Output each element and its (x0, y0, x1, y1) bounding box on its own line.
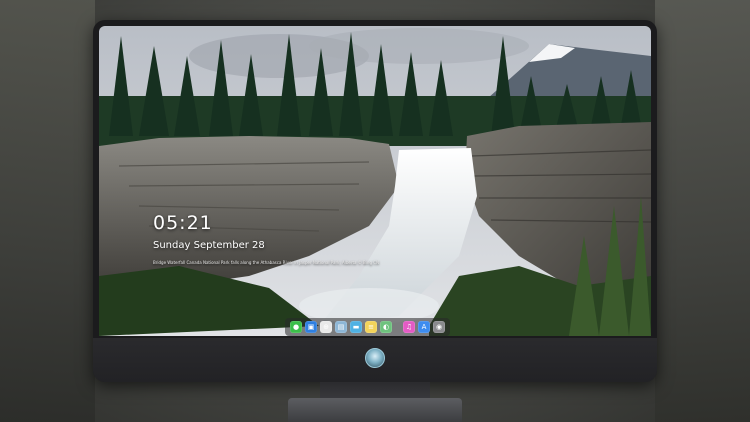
app-store-icon[interactable]: A (418, 321, 430, 333)
itunes-icon[interactable]: ♫ (403, 321, 415, 333)
finder-icon[interactable]: ▣ (305, 321, 317, 333)
blurred-background-right (655, 0, 750, 422)
photos-icon[interactable]: ◐ (380, 321, 392, 333)
notes-icon[interactable]: ≡ (365, 321, 377, 333)
monitor-chin (93, 338, 657, 382)
safari-icon[interactable]: ⊕ (320, 321, 332, 333)
folder-icon[interactable]: ▬ (350, 321, 362, 333)
monitor-stand-base (288, 398, 462, 422)
wallpaper-caption: Bridge Waterfall Canada National Park fa… (153, 260, 380, 265)
messages-icon[interactable]: ● (290, 321, 302, 333)
lock-screen-clock: 05:21 (153, 212, 213, 234)
alien-logo-icon (365, 348, 385, 368)
dock: ● ▣ ⊕ ▤ ▬ ≡ ◐ ♫ A ◉ (285, 318, 450, 336)
preview-icon[interactable]: ▤ (335, 321, 347, 333)
imac-monitor: 05:21 Sunday September 28 Bridge Waterfa… (93, 20, 657, 382)
camera-icon[interactable]: ◉ (433, 321, 445, 333)
lock-screen[interactable]: 05:21 Sunday September 28 Bridge Waterfa… (99, 26, 651, 336)
blurred-background-left (0, 0, 95, 422)
lock-screen-date: Sunday September 28 (153, 240, 265, 251)
wallpaper-landscape (99, 26, 651, 336)
